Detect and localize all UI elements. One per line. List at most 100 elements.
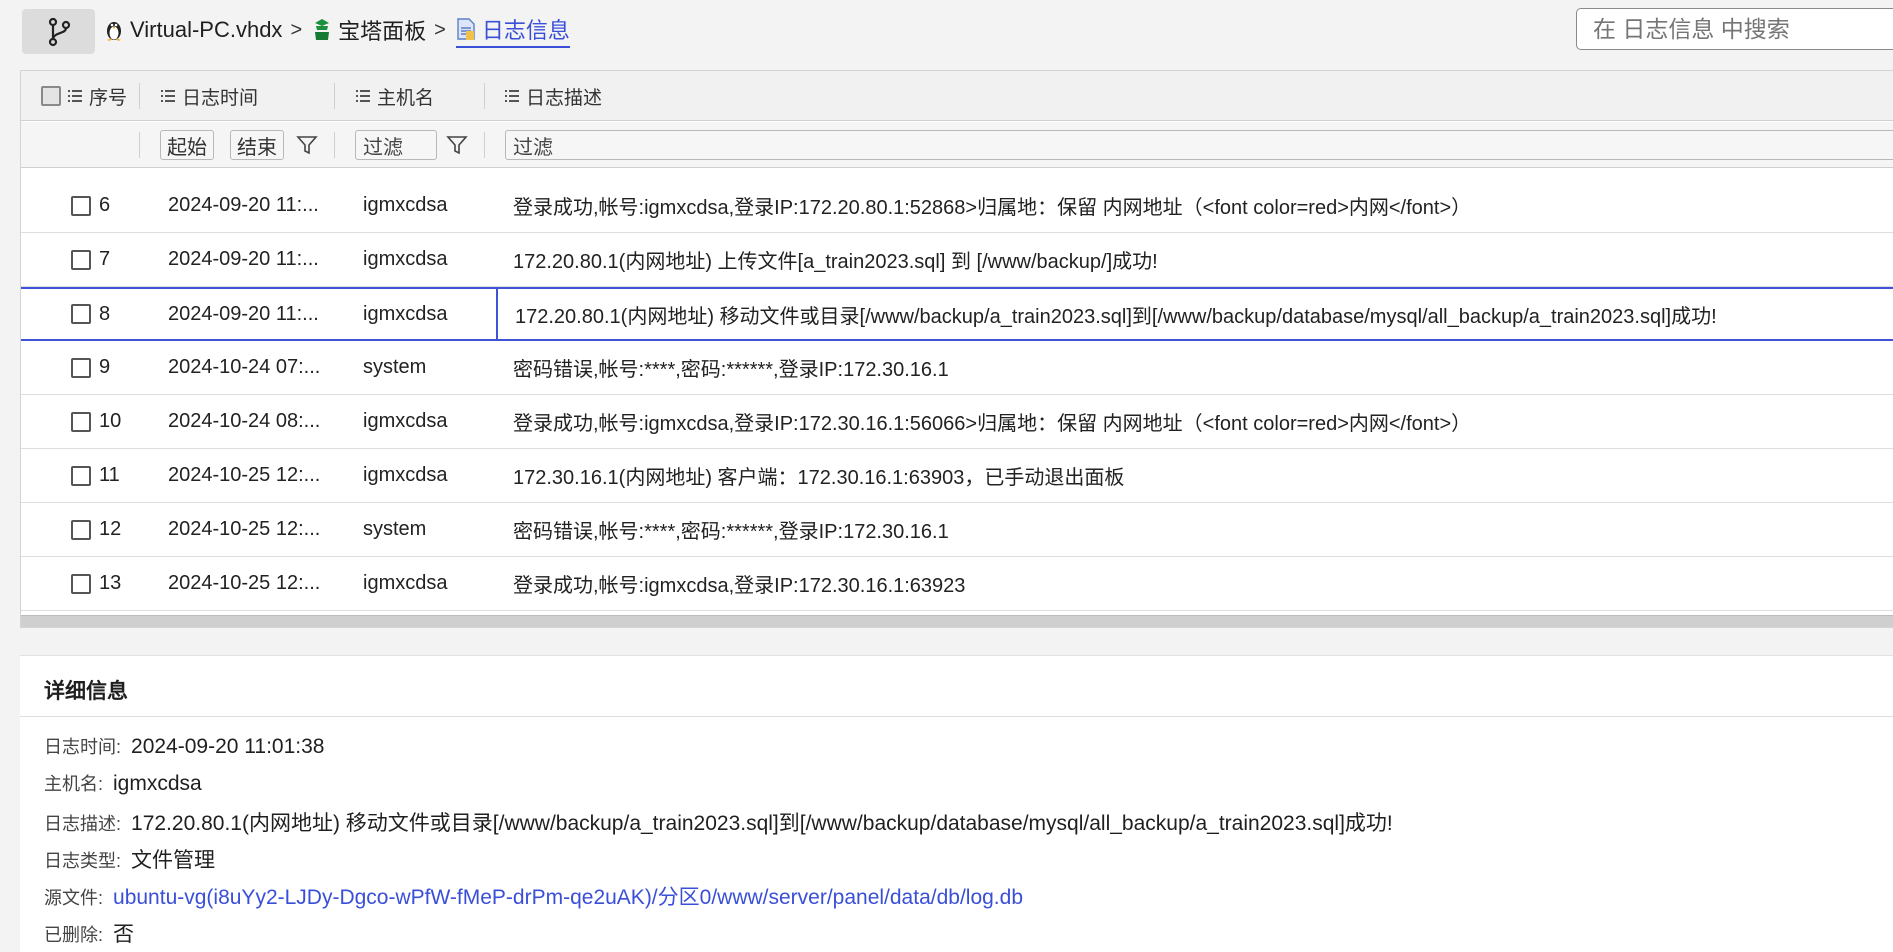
table-row[interactable]: 9 2024-10-24 07:... system 密码错误,帐号:****,… bbox=[21, 341, 1893, 395]
row-seq: 7 bbox=[99, 248, 111, 270]
row-desc: 登录成功,帐号:igmxcdsa,登录IP:172.20.80.1:52868>… bbox=[513, 197, 1472, 219]
search-input[interactable] bbox=[1576, 8, 1893, 50]
table-row[interactable]: 10 2024-10-24 08:... igmxcdsa 登录成功,帐号:ig… bbox=[21, 395, 1893, 449]
column-divider bbox=[334, 83, 335, 109]
table-row[interactable]: 12 2024-10-25 12:... system 密码错误,帐号:****… bbox=[21, 503, 1893, 557]
breadcrumb-label: Virtual-PC.vhdx bbox=[130, 17, 283, 42]
list-icon bbox=[161, 90, 175, 102]
row-host: system bbox=[363, 356, 427, 378]
row-seq: 10 bbox=[99, 410, 122, 432]
row-desc: 登录成功,帐号:igmxcdsa,登录IP:172.30.16.1:63923 bbox=[513, 575, 966, 597]
row-desc: 172.20.80.1(内网地址) 上传文件[a_train2023.sql] … bbox=[513, 251, 1158, 273]
table-body: 6 2024-09-20 11:... igmxcdsa 登录成功,帐号:igm… bbox=[21, 179, 1893, 611]
row-checkbox[interactable] bbox=[71, 249, 91, 270]
detail-value: igmxcdsa bbox=[113, 772, 202, 795]
breadcrumb-item-vhdx[interactable]: Virtual-PC.vhdx bbox=[104, 17, 282, 43]
row-desc: 密码错误,帐号:****,密码:******,登录IP:172.30.16.1 bbox=[513, 521, 949, 543]
row-seq: 6 bbox=[99, 194, 111, 216]
row-host: system bbox=[363, 518, 427, 540]
baota-panel-icon bbox=[315, 19, 330, 40]
row-host: igmxcdsa bbox=[363, 464, 448, 486]
detail-label: 日志描述: bbox=[44, 814, 122, 834]
row-desc: 密码错误,帐号:****,密码:******,登录IP:172.30.16.1 bbox=[513, 359, 949, 381]
breadcrumb-separator: > bbox=[290, 18, 303, 41]
table-row[interactable]: 6 2024-09-20 11:... igmxcdsa 登录成功,帐号:igm… bbox=[21, 179, 1893, 233]
column-header-time[interactable]: 日志时间 bbox=[161, 71, 258, 121]
table-header: 序号 日志时间 主机名 日志描述 bbox=[21, 71, 1893, 121]
row-checkbox[interactable] bbox=[71, 357, 91, 378]
breadcrumb-separator: > bbox=[434, 18, 446, 41]
select-all-checkbox[interactable] bbox=[41, 86, 61, 106]
detail-label: 已删除: bbox=[44, 925, 104, 945]
column-label: 日志时间 bbox=[182, 87, 259, 109]
row-host: igmxcdsa bbox=[363, 410, 448, 432]
row-time: 2024-09-20 11:... bbox=[168, 302, 319, 325]
breadcrumb-item-baota[interactable]: 宝塔面板 bbox=[312, 14, 426, 46]
detail-label: 日志类型: bbox=[44, 851, 122, 871]
row-checkbox[interactable] bbox=[71, 411, 91, 432]
row-time: 2024-10-24 07:... bbox=[168, 356, 321, 378]
row-checkbox[interactable] bbox=[71, 573, 91, 594]
row-time: 2024-09-20 11:... bbox=[168, 194, 319, 216]
row-seq: 8 bbox=[99, 302, 111, 325]
column-divider bbox=[139, 83, 140, 109]
linux-penguin-icon bbox=[107, 22, 121, 41]
row-checkbox[interactable] bbox=[71, 465, 91, 486]
row-host: igmxcdsa bbox=[363, 248, 448, 270]
detail-label: 源文件: bbox=[44, 888, 104, 908]
details-divider bbox=[20, 716, 1893, 717]
detail-field-time: 日志时间: 2024-09-20 11:01:38 bbox=[44, 733, 324, 759]
row-seq: 13 bbox=[99, 572, 122, 594]
detail-value: 172.20.80.1(内网地址) 移动文件或目录[/www/backup/a_… bbox=[131, 812, 1393, 835]
list-icon bbox=[356, 90, 370, 102]
row-seq: 11 bbox=[99, 464, 120, 486]
host-filter-input[interactable]: 过滤 bbox=[355, 130, 437, 160]
row-time: 2024-10-25 12:... bbox=[168, 572, 321, 594]
detail-field-type: 日志类型: 文件管理 bbox=[44, 844, 215, 874]
breadcrumb: Virtual-PC.vhdx > 宝塔面板 > 日志信息 bbox=[104, 13, 570, 48]
column-divider bbox=[334, 132, 335, 158]
column-header-host[interactable]: 主机名 bbox=[356, 71, 434, 121]
row-checkbox[interactable] bbox=[71, 519, 91, 540]
detail-field-deleted: 已删除: 否 bbox=[44, 918, 134, 948]
desc-filter-input[interactable]: 过滤 bbox=[505, 130, 1893, 160]
breadcrumb-label: 日志信息 bbox=[481, 17, 570, 43]
table-row-selected[interactable]: 8 2024-09-20 11:... igmxcdsa 172.20.80.1… bbox=[21, 287, 1893, 341]
column-label: 主机名 bbox=[377, 87, 435, 109]
end-filter-button[interactable]: 结束 bbox=[230, 130, 284, 160]
horizontal-scrollbar[interactable] bbox=[21, 615, 1893, 627]
table-row[interactable]: 7 2024-09-20 11:... igmxcdsa 172.20.80.1… bbox=[21, 233, 1893, 287]
row-host: igmxcdsa bbox=[363, 194, 448, 216]
filter-icon[interactable] bbox=[446, 134, 468, 156]
detail-value: 文件管理 bbox=[131, 849, 216, 872]
column-header-seq[interactable]: 序号 bbox=[41, 71, 127, 121]
detail-field-desc: 日志描述: 172.20.80.1(内网地址) 移动文件或目录[/www/bac… bbox=[44, 807, 1393, 837]
list-icon bbox=[505, 90, 519, 102]
branch-button[interactable] bbox=[22, 9, 95, 54]
table-row[interactable]: 11 2024-10-25 12:... igmxcdsa 172.30.16.… bbox=[21, 449, 1893, 503]
column-divider bbox=[484, 83, 485, 109]
detail-field-host: 主机名: igmxcdsa bbox=[44, 770, 202, 796]
row-seq: 12 bbox=[99, 518, 122, 540]
breadcrumb-label: 宝塔面板 bbox=[338, 19, 427, 44]
log-file-icon bbox=[457, 17, 475, 40]
row-checkbox[interactable] bbox=[71, 304, 91, 324]
detail-field-source: 源文件: ubuntu-vg(i8uYy2-LJDy-Dgco-wPfW-fMe… bbox=[44, 881, 1023, 911]
table-row[interactable]: 13 2024-10-25 12:... igmxcdsa 登录成功,帐号:ig… bbox=[21, 557, 1893, 611]
column-divider bbox=[484, 132, 485, 158]
start-filter-button[interactable]: 起始 bbox=[160, 130, 214, 160]
details-panel: 详细信息 日志时间: 2024-09-20 11:01:38 主机名: igmx… bbox=[20, 655, 1893, 952]
column-header-desc[interactable]: 日志描述 bbox=[505, 71, 602, 121]
source-file-link[interactable]: ubuntu-vg(i8uYy2-LJDy-Dgco-wPfW-fMeP-drP… bbox=[113, 881, 1023, 911]
top-bar: Virtual-PC.vhdx > 宝塔面板 > 日志信息 bbox=[0, 0, 1893, 62]
row-time: 2024-10-24 08:... bbox=[168, 410, 321, 432]
breadcrumb-item-log-info[interactable]: 日志信息 bbox=[455, 13, 570, 48]
row-checkbox[interactable] bbox=[71, 195, 91, 216]
filter-icon[interactable] bbox=[296, 134, 318, 156]
column-label: 序号 bbox=[89, 87, 128, 109]
detail-label: 日志时间: bbox=[44, 737, 122, 757]
log-table: 序号 日志时间 主机名 日志描述 起始 结束 过滤 过滤 6 2024-09-2… bbox=[20, 70, 1893, 628]
row-host: igmxcdsa bbox=[363, 572, 448, 594]
row-seq: 9 bbox=[99, 356, 111, 378]
row-desc: 登录成功,帐号:igmxcdsa,登录IP:172.30.16.1:56066>… bbox=[513, 413, 1472, 435]
